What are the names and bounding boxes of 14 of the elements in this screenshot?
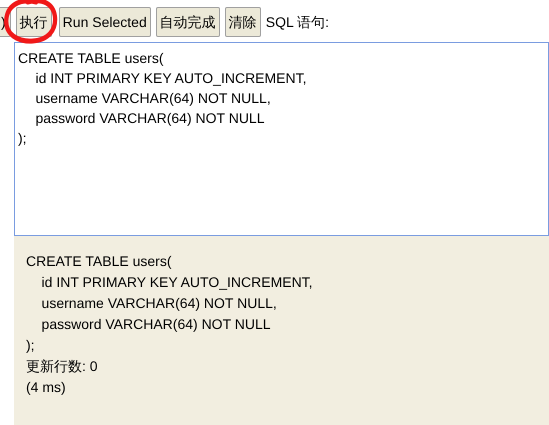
result-line: (4 ms): [26, 378, 66, 397]
result-line: );: [26, 336, 35, 355]
toolbar-button[interactable]: 执行: [16, 7, 52, 37]
sql-label: SQL 语句:: [266, 12, 330, 32]
result-line: 更新行数: 0: [26, 357, 98, 376]
result-line: password VARCHAR(64) NOT NULL: [40, 315, 271, 334]
result-line: username VARCHAR(64) NOT NULL,: [40, 294, 277, 313]
sql-editor[interactable]: CREATE TABLE users( id INT PRIMARY KEY AUTO_INCREMENT, username VARCHAR(64) NOT NULL, password VARCHAR(64) NOT NULL );: [14, 42, 549, 236]
toolbar-button[interactable]: 自动完成: [156, 7, 220, 37]
result-line: id INT PRIMARY KEY AUTO_INCREMENT,: [40, 273, 313, 292]
circle-annotation: [2, 0, 60, 46]
result-line: CREATE TABLE users(: [26, 252, 172, 271]
toolbar-button[interactable]: Run Selected: [58, 7, 151, 37]
toolbar-button[interactable]: 清除: [224, 7, 261, 37]
